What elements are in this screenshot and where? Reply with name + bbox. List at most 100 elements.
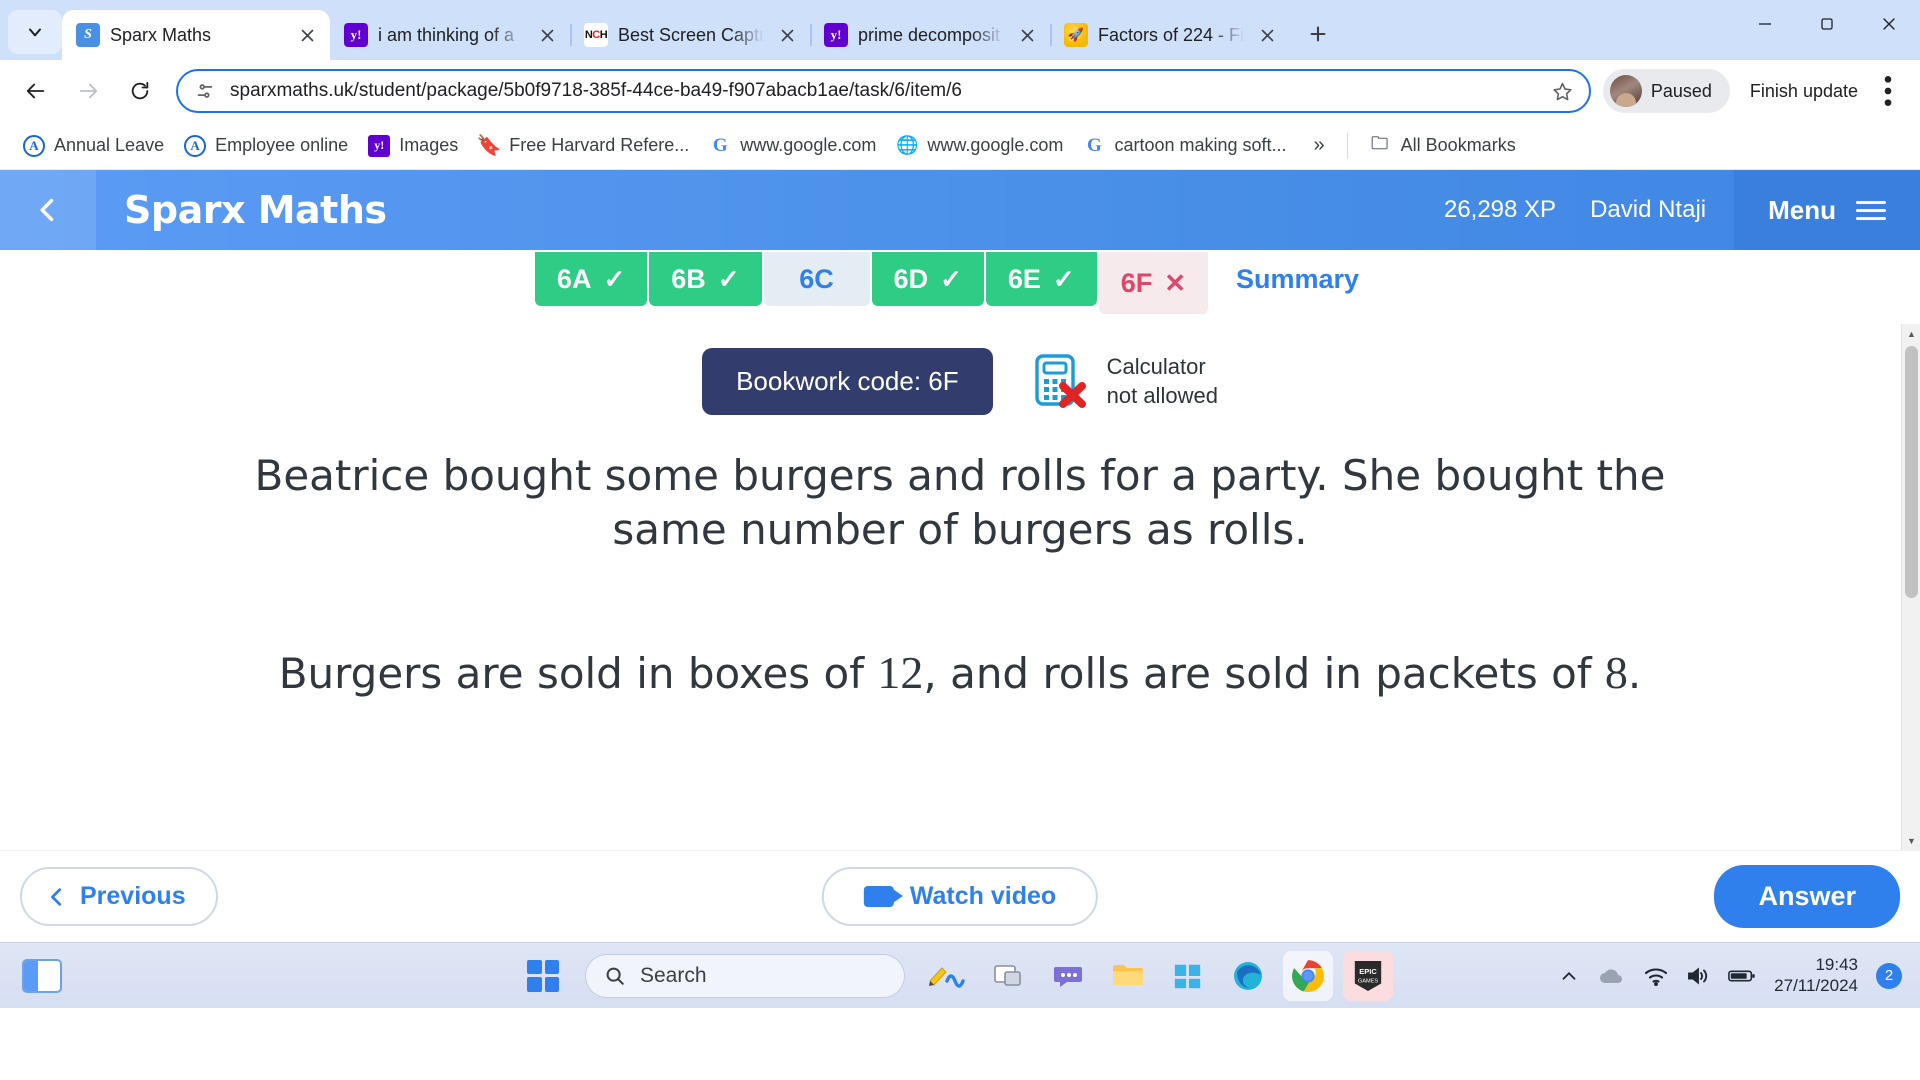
microsoft-store-icon[interactable] xyxy=(1163,951,1213,1001)
bookmark-item[interactable]: G www.google.com xyxy=(700,130,885,162)
finish-update-button[interactable]: Finish update xyxy=(1734,69,1864,113)
taskbar-left xyxy=(0,958,62,993)
pencil-squiggle-icon[interactable] xyxy=(923,951,973,1001)
task-tab-label: 6E xyxy=(1007,263,1041,294)
watch-video-button[interactable]: Watch video xyxy=(821,867,1099,926)
edge-glyph xyxy=(1234,961,1262,990)
video-camera-icon xyxy=(863,886,903,907)
browser-tab-2[interactable]: NCH Best Screen Captu xyxy=(570,10,810,60)
hamburger-icon xyxy=(1856,200,1886,220)
task-tab-6b[interactable]: 6B ✓ xyxy=(649,252,762,306)
finish-update-label: Finish update xyxy=(1749,80,1858,101)
question-clause-a: Burgers are sold in boxes of xyxy=(278,649,878,699)
menu-label: Menu xyxy=(1768,194,1836,225)
tab-close-button[interactable] xyxy=(1254,22,1280,48)
task-tab-label: 6D xyxy=(893,263,929,294)
bookmark-item[interactable]: A Annual Leave xyxy=(14,130,173,162)
page-scrollbar[interactable]: ▲ ▼ xyxy=(1901,324,1920,850)
reload-icon xyxy=(131,81,149,100)
previous-button[interactable]: Previous xyxy=(20,867,218,926)
user-name: David Ntaji xyxy=(1590,196,1707,223)
chat-bubble-glyph xyxy=(1054,966,1082,987)
task-tab-summary[interactable]: Summary xyxy=(1210,252,1386,306)
forward-button[interactable] xyxy=(64,67,112,115)
task-tab-6a[interactable]: 6A ✓ xyxy=(534,252,648,306)
bookmark-item[interactable]: G cartoon making soft... xyxy=(1074,130,1295,162)
task-tab-6c[interactable]: 6C xyxy=(763,252,870,306)
back-button[interactable] xyxy=(12,67,60,115)
tab-close-button[interactable] xyxy=(1014,22,1040,48)
all-bookmarks-label: All Bookmarks xyxy=(1400,135,1516,155)
folder-glyph xyxy=(1113,964,1143,985)
reload-button[interactable] xyxy=(116,67,164,115)
file-explorer-icon[interactable] xyxy=(1103,951,1153,1001)
bookmark-item[interactable]: 🌐 www.google.com xyxy=(887,130,1072,162)
bookmark-star-icon[interactable] xyxy=(1545,81,1581,102)
answer-button[interactable]: Answer xyxy=(1714,865,1900,928)
bookmark-item[interactable]: 🔖 Free Harvard Refere... xyxy=(469,130,698,162)
task-view-icon[interactable] xyxy=(983,951,1033,1001)
tune-icon xyxy=(197,84,213,98)
minimize-button[interactable] xyxy=(1734,0,1796,48)
windows-start-icon[interactable] xyxy=(527,959,559,992)
task-tab-6e[interactable]: 6E ✓ xyxy=(985,252,1097,306)
tab-close-button[interactable] xyxy=(294,22,320,48)
maximize-icon xyxy=(1821,18,1833,30)
more-vertical-icon xyxy=(1884,76,1892,106)
sparx-back-button[interactable] xyxy=(0,170,96,250)
task-tab-6d[interactable]: 6D ✓ xyxy=(871,252,984,306)
maximize-button[interactable] xyxy=(1796,0,1858,48)
scrollbar-thumb[interactable] xyxy=(1905,346,1918,598)
cloud-icon xyxy=(1600,968,1623,983)
browser-tab-1[interactable]: y! i am thinking of a xyxy=(330,10,570,60)
onedrive-icon[interactable] xyxy=(1598,967,1626,985)
question-clause-b: , and rolls are sold in packets of xyxy=(923,649,1605,699)
svg-text:GAMES: GAMES xyxy=(1358,978,1379,984)
bookmark-item[interactable]: A Employee online xyxy=(175,130,357,162)
pencil-squiggle-glyph xyxy=(929,966,965,988)
volume-icon[interactable] xyxy=(1686,966,1710,986)
browser-tab-strip: S Sparx Maths y! i am thinking of a NCH … xyxy=(0,0,1920,60)
chat-icon[interactable] xyxy=(1043,951,1093,1001)
epic-games-icon[interactable]: EPIC GAMES xyxy=(1343,950,1393,1001)
new-tab-button[interactable] xyxy=(1296,12,1340,56)
menu-button[interactable]: Menu xyxy=(1734,170,1920,250)
answer-label: Answer xyxy=(1758,881,1856,911)
widgets-icon[interactable] xyxy=(22,958,62,993)
clock[interactable]: 19:43 27/11/2024 xyxy=(1774,955,1858,996)
task-tab-label: 6F xyxy=(1120,267,1153,298)
wifi-icon[interactable] xyxy=(1644,966,1668,986)
edge-icon[interactable] xyxy=(1223,951,1273,1001)
bookmark-item[interactable]: y! Images xyxy=(359,130,467,162)
address-bar[interactable]: sparxmaths.uk/student/package/5b0f9718-3… xyxy=(176,69,1591,113)
chevron-left-icon xyxy=(40,198,54,222)
bookmark-label: www.google.com xyxy=(740,135,877,155)
sparx-header-right: 26,298 XP David Ntaji Menu xyxy=(1444,170,1920,250)
check-icon: ✓ xyxy=(603,263,626,294)
tab-close-button[interactable] xyxy=(534,22,560,48)
profile-chip[interactable]: Paused xyxy=(1602,69,1730,113)
tray-expand-icon[interactable] xyxy=(1558,965,1580,987)
site-settings-icon[interactable] xyxy=(194,80,216,102)
task-tab-6f[interactable]: 6F ✕ xyxy=(1098,252,1208,314)
close-window-button[interactable] xyxy=(1858,0,1920,48)
all-bookmarks-button[interactable]: 🗀 All Bookmarks xyxy=(1360,130,1525,162)
windows-taskbar: Search EPIC GAMES 19:43 27/11/2024 2 xyxy=(0,942,1920,1008)
search-input[interactable]: Search xyxy=(585,953,905,998)
google-icon: G xyxy=(712,134,728,156)
browser-tab-4[interactable]: 🚀 Factors of 224 - Fi xyxy=(1050,10,1290,60)
tab-close-button[interactable] xyxy=(774,22,800,48)
tab-search-button[interactable] xyxy=(8,10,62,54)
question-clause-c: . xyxy=(1627,649,1642,699)
browser-tab-0[interactable]: S Sparx Maths xyxy=(62,10,330,60)
notification-badge[interactable]: 2 xyxy=(1876,962,1902,989)
bookmarks-overflow-button[interactable]: » xyxy=(1304,129,1335,162)
browser-menu-button[interactable] xyxy=(1868,69,1908,113)
chrome-icon[interactable] xyxy=(1283,950,1333,1001)
battery-icon[interactable] xyxy=(1728,968,1756,984)
scroll-down-button[interactable]: ▼ xyxy=(1902,831,1920,850)
bookmark-label: Employee online xyxy=(215,135,349,155)
browser-tab-3[interactable]: y! prime decomposit xyxy=(810,10,1050,60)
address-bar-url: sparxmaths.uk/student/package/5b0f9718-3… xyxy=(230,80,962,101)
scroll-up-button[interactable]: ▲ xyxy=(1902,324,1920,343)
